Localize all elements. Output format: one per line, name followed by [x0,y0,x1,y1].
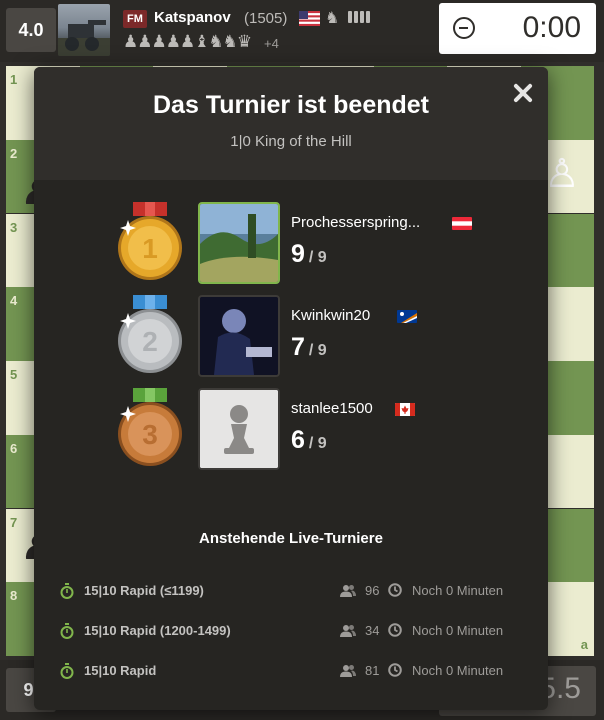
players-icon [340,585,356,597]
clock-icon [388,623,402,637]
stopwatch-icon [60,583,74,599]
tournament-name[interactable]: 15|10 Rapid (≤1199) [84,583,204,598]
top-player-avatar[interactable] [58,4,110,56]
canada-flag-icon [395,403,415,416]
tournament-name[interactable]: 15|10 Rapid (1200-1499) [84,623,231,638]
podium-second: 2 Kwinkwin20 7/ 9 [34,295,548,379]
second-place-total: / 9 [308,342,327,359]
tournament-row[interactable]: 15|10 Rapid 81 Noch 0 Minuten [34,659,548,683]
players-icon [340,665,356,677]
third-place-score: 6/ 9 [291,426,327,455]
stopwatch-icon [60,623,74,639]
winner-name[interactable]: Prochesserspring... [291,214,420,231]
bronze-medal-icon: 3 [118,388,182,466]
third-place-points: 6 [291,426,305,454]
austria-flag-icon [452,217,472,230]
top-player-bar: 4.0 FM Katspanov (1505) ♞ ♟♟♟♟♟♝♞♞♛ +4 0… [0,0,604,62]
top-player-score: 4.0 [6,8,56,52]
svg-text:3: 3 [142,419,158,450]
second-place-points: 7 [291,333,305,361]
second-place-name[interactable]: Kwinkwin20 [291,307,370,324]
tournament-row[interactable]: 15|10 Rapid (1200-1499) 34 Noch 0 Minute… [34,619,548,643]
third-place-name[interactable]: stanlee1500 [291,400,373,417]
svg-text:1: 1 [142,233,158,264]
players-icon [340,625,356,637]
second-place-score: 7/ 9 [291,333,327,362]
tournament-player-count: 96 [365,583,380,598]
tournament-row[interactable]: 15|10 Rapid (≤1199) 96 Noch 0 Minuten [34,579,548,603]
marshall-islands-flag-icon [397,310,417,323]
clock-icon [388,663,402,677]
tournament-time-left: Noch 0 Minuten [412,623,504,638]
rank-label: 2 [10,145,18,161]
stopwatch-icon [60,663,74,679]
top-player-rating: (1505) [244,10,288,27]
captured-pieces: ♟♟♟♟♟♝♞♞♛ [123,32,252,51]
modal-subtitle: 1|0 King of the Hill [230,133,352,150]
rank-label: 8 [10,588,18,604]
winner-avatar[interactable] [198,202,280,284]
third-place-avatar[interactable] [198,388,280,470]
winner-score: 9/ 9 [291,240,327,269]
tournament-ended-modal: Das Turnier ist beendet 1|0 King of the … [34,67,548,710]
rank-label: 7 [10,514,18,530]
fm-title-badge: FM [123,10,147,28]
tournament-player-count: 81 [365,663,380,678]
material-advantage: +4 [264,36,279,51]
rank-label: 3 [10,219,18,235]
top-player-name[interactable]: Katspanov [154,9,231,26]
rank-label: 4 [10,293,18,309]
chess-piece[interactable]: ♙ [544,154,580,194]
gold-medal-icon: 1 [118,202,182,280]
upcoming-tournaments-heading: Anstehende Live-Turniere [199,530,383,547]
connection-bars-icon [348,11,370,23]
clock-icon [453,17,475,39]
file-label: a [580,636,588,652]
modal-header: Das Turnier ist beendet 1|0 King of the … [34,67,548,180]
svg-text:2: 2 [142,326,158,357]
usa-flag-icon [299,11,320,26]
top-player-clock: 0:00 [439,3,596,54]
tournament-name[interactable]: 15|10 Rapid [84,663,156,678]
podium-third: 3 stanlee1500 6/ 9 [34,388,548,472]
modal-title: Das Turnier ist beendet [153,91,429,119]
top-clock-time: 0:00 [522,11,581,44]
knight-icon: ♞ [325,10,340,27]
winner-total: / 9 [308,249,327,266]
rank-label: 5 [10,367,18,382]
winner-points: 9 [291,240,305,268]
clock-icon [388,583,402,597]
third-place-total: / 9 [308,435,327,452]
tournament-player-count: 34 [365,623,380,638]
podium-first: 1 Prochesserspring... 9/ 9 [34,202,548,286]
close-icon[interactable] [508,78,538,108]
tournament-time-left: Noch 0 Minuten [412,583,504,598]
tournament-time-left: Noch 0 Minuten [412,663,504,678]
second-place-avatar[interactable] [198,295,280,377]
rank-label: 1 [10,72,18,87]
rank-label: 6 [10,440,18,456]
silver-medal-icon: 2 [118,295,182,373]
pawn-avatar-icon [200,390,278,468]
